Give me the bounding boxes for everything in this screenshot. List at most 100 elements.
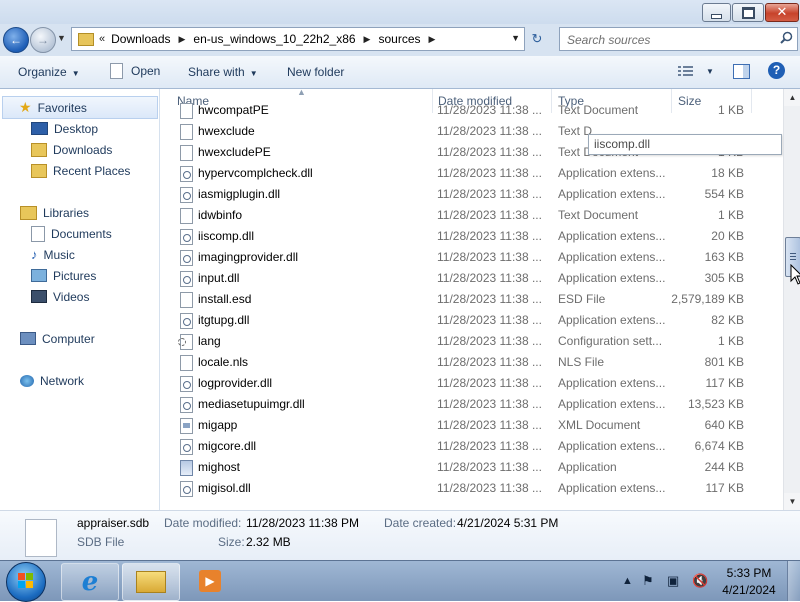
file-type: Text Document: [558, 208, 639, 222]
nav-pictures[interactable]: Pictures: [31, 265, 96, 286]
file-name: imagingprovider.dll: [198, 250, 299, 264]
file-type: Application extens...: [558, 187, 666, 201]
table-row[interactable]: idwbinfo 11/28/2023 11:38 ... Text Documen…: [160, 205, 783, 226]
file-type: Application extens...: [558, 229, 666, 243]
table-row[interactable]: locale.nls 11/28/2023 11:38 ... NLS File 80…: [160, 352, 783, 373]
desktop-icon: [31, 122, 48, 135]
table-row[interactable]: hypervcomplcheck.dll 11/28/2023 11:38 ...…: [160, 163, 783, 184]
clock-time[interactable]: 5:33 PM: [717, 566, 781, 580]
folder-icon: [78, 32, 94, 46]
back-button[interactable]: ←: [3, 27, 29, 53]
date-modified-value: 11/28/2023 11:38 PM: [246, 516, 359, 530]
breadcrumb-overflow[interactable]: «: [99, 33, 105, 45]
table-row[interactable]: imagingprovider.dll 11/28/2023 11:38 ... A…: [160, 247, 783, 268]
preview-pane-button[interactable]: [733, 64, 750, 79]
network-status-icon[interactable]: ▣: [667, 573, 679, 589]
computer-icon: [20, 332, 36, 345]
table-row[interactable]: logprovider.dll 11/28/2023 11:38 ... Appli…: [160, 373, 783, 394]
action-center-flag-icon[interactable]: ⚑: [642, 573, 654, 589]
address-bar[interactable]: « Downloads ▶ en-us_windows_10_22h2_x86 …: [71, 27, 525, 51]
table-row[interactable]: migapp 11/28/2023 11:38 ... XML Document 64…: [160, 415, 783, 436]
nav-pictures-label: Pictures: [53, 268, 97, 283]
close-button[interactable]: ✕: [765, 3, 799, 22]
breadcrumb-windows-iso[interactable]: en-us_windows_10_22h2_x86: [193, 32, 355, 46]
nav-network[interactable]: Network: [20, 370, 84, 391]
forward-button[interactable]: →: [30, 27, 56, 53]
recent-pages-dropdown[interactable]: ▼: [57, 33, 66, 43]
table-row[interactable]: itgtupg.dll 11/28/2023 11:38 ... Applicati…: [160, 310, 783, 331]
table-row[interactable]: mighost 11/28/2023 11:38 ... Application 24…: [160, 457, 783, 478]
file-date-modified: 11/28/2023 11:38 ...: [437, 376, 542, 390]
forward-arrow-icon: →: [37, 33, 49, 47]
table-row[interactable]: hwcompatPE 11/28/2023 11:38 ... Text Docum…: [160, 100, 783, 121]
nav-recent-places[interactable]: Recent Places: [31, 160, 130, 181]
table-row[interactable]: migcore.dll 11/28/2023 11:38 ... Applicati…: [160, 436, 783, 457]
scroll-down-button[interactable]: ▼: [784, 493, 800, 510]
taskbar-media-player[interactable]: ▶: [196, 567, 224, 595]
nav-computer[interactable]: Computer: [20, 328, 95, 349]
table-row[interactable]: iiscomp.dll 11/28/2023 11:38 ... Applicati…: [160, 226, 783, 247]
share-with-menu[interactable]: Share with ▼: [188, 65, 258, 79]
taskbar-internet-explorer[interactable]: e: [61, 563, 119, 601]
breadcrumb-arrow-icon[interactable]: ▶: [429, 34, 436, 45]
search-icon[interactable]: [780, 31, 793, 44]
explorer-folder-icon: [136, 571, 166, 593]
table-row[interactable]: lang 11/28/2023 11:38 ... Configuration se…: [160, 331, 783, 352]
search-input[interactable]: [565, 30, 769, 50]
breadcrumb-downloads[interactable]: Downloads: [111, 32, 170, 46]
file-type: Text Document: [558, 103, 639, 117]
table-row[interactable]: migisol.dll 11/28/2023 11:38 ... Applicati…: [160, 478, 783, 499]
breadcrumb-sources[interactable]: sources: [378, 32, 420, 46]
vertical-scrollbar[interactable]: ▲ ▼: [783, 89, 800, 510]
file-name: logprovider.dll: [198, 376, 273, 390]
chevron-down-icon: ▼: [249, 69, 258, 78]
music-icon: ♪: [31, 247, 38, 262]
file-type: Application extens...: [558, 397, 666, 411]
help-icon: ?: [772, 63, 781, 77]
refresh-button[interactable]: ↻: [526, 29, 548, 49]
file-type: Application extens...: [558, 250, 666, 264]
nav-music[interactable]: ♪ Music: [31, 244, 75, 265]
title-bar: ✕: [0, 0, 800, 24]
file-size: 20 KB: [711, 229, 744, 243]
date-created-value: 4/21/2024 5:31 PM: [457, 516, 559, 530]
nav-desktop[interactable]: Desktop: [31, 118, 98, 139]
clock-date[interactable]: 4/21/2024: [717, 583, 781, 597]
scroll-up-button[interactable]: ▲: [784, 89, 800, 106]
nav-downloads[interactable]: Downloads: [31, 139, 112, 160]
file-date-modified: 11/28/2023 11:38 ...: [437, 145, 542, 159]
file-name: install.esd: [198, 292, 252, 306]
dll-file-icon: [180, 187, 193, 203]
help-button[interactable]: ?: [768, 62, 785, 79]
minimize-button[interactable]: [702, 3, 731, 22]
change-view-button[interactable]: ▼: [678, 65, 714, 77]
start-button[interactable]: [6, 562, 46, 602]
file-date-modified: 11/28/2023 11:38 ...: [437, 439, 542, 453]
file-size: 82 KB: [711, 313, 744, 327]
nav-documents[interactable]: Documents: [31, 223, 112, 244]
breadcrumb-arrow-icon[interactable]: ▶: [364, 34, 371, 45]
organize-label: Organize: [18, 65, 67, 79]
tooltip: iiscomp.dll: [588, 134, 782, 155]
maximize-button[interactable]: [732, 3, 764, 22]
show-desktop-button[interactable]: [787, 561, 800, 601]
size-label: Size:: [218, 535, 245, 549]
nav-libraries[interactable]: Libraries: [20, 202, 89, 223]
text-file-icon: [180, 145, 193, 161]
taskbar-windows-explorer[interactable]: [122, 563, 180, 601]
table-row[interactable]: iasmigplugin.dll 11/28/2023 11:38 ... Appl…: [160, 184, 783, 205]
nav-network-label: Network: [40, 373, 85, 388]
breadcrumb-arrow-icon[interactable]: ▶: [179, 34, 186, 45]
address-history-dropdown[interactable]: ▼: [511, 33, 520, 43]
new-folder-button[interactable]: New folder: [287, 65, 344, 79]
nav-videos[interactable]: Videos: [31, 286, 89, 307]
show-hidden-icons-button[interactable]: ▲: [622, 575, 633, 587]
table-row[interactable]: mediasetupuimgr.dll 11/28/2023 11:38 ... A…: [160, 394, 783, 415]
volume-muted-icon[interactable]: 🔇: [692, 573, 708, 589]
table-row[interactable]: input.dll 11/28/2023 11:38 ... Application…: [160, 268, 783, 289]
date-created-label: Date created:: [384, 516, 457, 530]
nav-favorites[interactable]: ★ Favorites: [2, 96, 158, 119]
open-button[interactable]: Open: [110, 63, 160, 79]
organize-menu[interactable]: Organize ▼: [18, 65, 80, 79]
table-row[interactable]: install.esd 11/28/2023 11:38 ... ESD File 2…: [160, 289, 783, 310]
